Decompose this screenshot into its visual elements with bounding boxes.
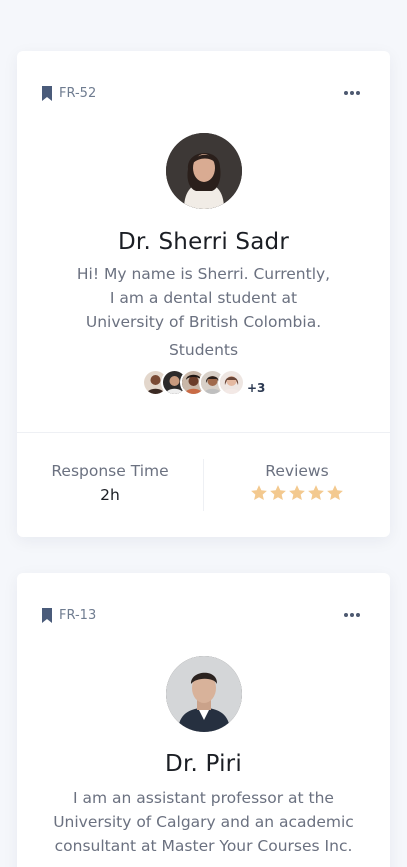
reviews-label: Reviews (265, 462, 329, 480)
tutor-card[interactable]: FR-13 Dr. Piri I am an assistant profess… (17, 573, 390, 867)
more-horizontal-icon (344, 91, 348, 95)
students-avatar-group[interactable]: +3 (142, 369, 265, 396)
tutor-tag: FR-52 (41, 86, 96, 101)
star-icon (270, 485, 286, 501)
more-horizontal-icon (344, 613, 348, 617)
bookmark-icon (42, 608, 52, 623)
tutor-name: Dr. Piri (165, 751, 242, 777)
more-options-button[interactable] (342, 609, 362, 621)
bio-line: I am a dental student at (109, 289, 298, 307)
tutor-name: Dr. Sherri Sadr (118, 229, 289, 255)
tutor-bio: Hi! My name is Sherri. Currently, I am a… (47, 262, 360, 334)
star-icon (251, 485, 267, 501)
more-options-button[interactable] (342, 87, 362, 99)
star-icon (289, 485, 305, 501)
bio-line: University of British Colombia. (85, 313, 322, 331)
bio-line: University of Calgary and an academic (53, 813, 354, 831)
tutor-card[interactable]: FR-52 Dr. Sherri Sadr Hi! My name is She… (17, 51, 390, 537)
tutor-tag-label: FR-52 (59, 86, 97, 101)
tutor-avatar (166, 133, 242, 209)
students-label: Students (168, 341, 239, 359)
tutor-bio: I am an assistant professor at the Unive… (47, 786, 360, 858)
star-icon (327, 485, 343, 501)
response-time-stat: Response Time 2h (17, 462, 203, 504)
student-avatar (218, 369, 245, 396)
star-icon (308, 485, 324, 501)
students-more-count: +3 (247, 380, 266, 395)
tutor-tag-label: FR-13 (59, 608, 97, 623)
response-time-value: 2h (100, 486, 120, 504)
bio-line: consultant at Master Your Courses Inc. (54, 837, 353, 855)
rating-stars (204, 484, 390, 502)
card-header: FR-52 (17, 51, 390, 111)
bio-line: Hi! My name is Sherri. Currently, (76, 265, 331, 283)
divider (17, 432, 390, 433)
bookmark-icon (42, 86, 52, 101)
reviews-stat: Reviews (204, 462, 390, 502)
tutor-tag: FR-13 (41, 608, 96, 623)
card-header: FR-13 (17, 573, 390, 633)
bio-line: I am an assistant professor at the (73, 789, 334, 807)
response-time-label: Response Time (51, 462, 169, 480)
tutor-avatar (166, 656, 242, 732)
